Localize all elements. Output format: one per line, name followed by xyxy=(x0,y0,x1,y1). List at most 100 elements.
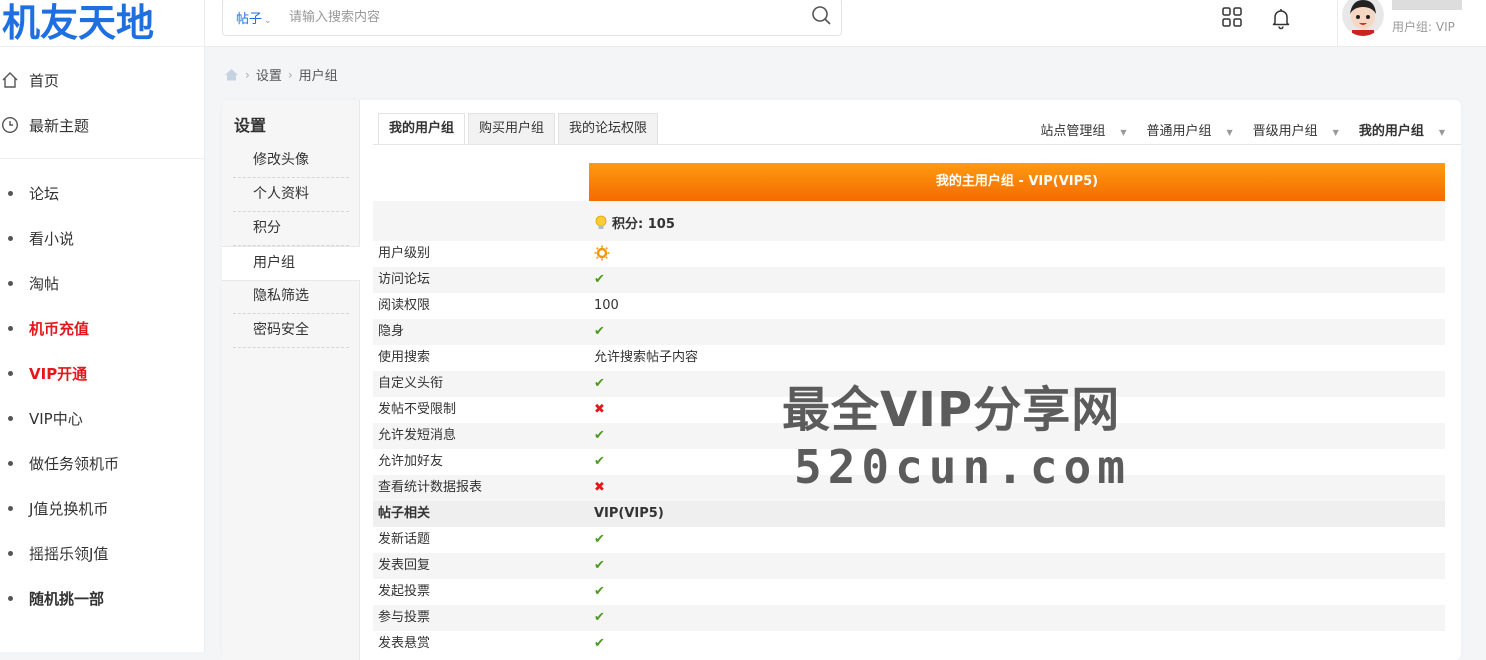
nav-home[interactable]: 首页 xyxy=(0,62,204,98)
sidebar-item[interactable]: VIP开通 xyxy=(0,358,204,388)
caret-down-icon: ▼ xyxy=(1226,128,1233,137)
search-scope-select[interactable]: 帖子 ⌄ xyxy=(236,8,272,27)
check-icon: ✔ xyxy=(594,272,605,287)
section-header-row: 帖子相关 VIP(VIP5) xyxy=(373,501,1445,527)
sidebar-item-label: 看小说 xyxy=(29,229,75,248)
user-menu[interactable]: 用户组: VIP xyxy=(1337,0,1486,46)
permission-label: 发表回复 xyxy=(378,558,431,573)
bullet-icon xyxy=(8,370,13,376)
permission-value: 100 xyxy=(594,298,619,313)
home-icon xyxy=(2,72,18,88)
permission-value: ✔ xyxy=(594,319,605,345)
sidebar-item[interactable]: 做任务领机币 xyxy=(0,448,204,478)
check-icon: ✔ xyxy=(594,454,605,469)
group-type-normal[interactable]: 普通用户组 ▼ xyxy=(1146,120,1232,139)
breadcrumb-user-group[interactable]: 用户组 xyxy=(299,65,338,84)
permission-value: ✔ xyxy=(594,449,605,475)
search-icon[interactable] xyxy=(809,3,835,29)
check-icon: ✔ xyxy=(594,428,605,443)
nav-latest[interactable]: 最新主题 xyxy=(0,107,204,143)
settings-card: 设置 修改头像 个人资料 积分 用户组 隐私筛选 密码安全 我的用户组 购买用户组 我的论… xyxy=(222,100,1461,660)
cross-icon: ✖ xyxy=(594,480,605,495)
permission-label: 用户级别 xyxy=(378,246,431,261)
sidebar-item-label: J值兑换机币 xyxy=(29,499,109,518)
permission-row: 发新话题 ✔ xyxy=(373,527,1445,553)
permission-label: 发起投票 xyxy=(378,584,431,599)
permission-label: 发表悬赏 xyxy=(378,636,431,651)
group-type-label: 普通用户组 xyxy=(1146,124,1212,139)
caret-down-icon: ▼ xyxy=(1438,128,1445,137)
tab-my-group[interactable]: 我的用户组 xyxy=(378,113,466,144)
check-icon: ✔ xyxy=(594,324,605,339)
divider xyxy=(0,158,204,159)
permission-row: 发起投票 ✔ xyxy=(373,579,1445,605)
search-box: 帖子 ⌄ xyxy=(222,0,842,36)
sidebar-item[interactable]: 机币充值 xyxy=(0,313,204,343)
permission-value: 允许搜索帖子内容 xyxy=(594,350,699,365)
breadcrumb-separator: › xyxy=(287,67,293,82)
divider xyxy=(0,46,204,47)
settings-menu-item[interactable]: 积分 xyxy=(233,212,349,246)
sidebar-item-label: 淘帖 xyxy=(29,274,60,293)
sidebar-item-label: 摇摇乐领J值 xyxy=(29,544,109,563)
apps-grid-icon[interactable] xyxy=(1221,6,1243,28)
check-icon: ✔ xyxy=(594,610,605,625)
settings-menu-item[interactable]: 个人资料 xyxy=(233,178,349,212)
sidebar-item-label: 论坛 xyxy=(29,184,60,203)
sidebar-item[interactable]: 摇摇乐领J值 xyxy=(0,538,204,568)
group-type-label: 晋级用户组 xyxy=(1252,124,1318,139)
sidebar-item[interactable]: 看小说 xyxy=(0,223,204,253)
bullet-icon xyxy=(8,235,13,241)
home-icon[interactable] xyxy=(224,68,239,81)
check-icon: ✔ xyxy=(594,636,605,651)
bullet-icon xyxy=(8,325,13,331)
tab-bar: 我的用户组 购买用户组 我的论坛权限 xyxy=(378,113,661,144)
bell-icon[interactable] xyxy=(1269,6,1293,30)
bullet-icon xyxy=(8,460,13,466)
permission-label: 发新话题 xyxy=(378,532,431,547)
bullet-icon xyxy=(8,280,13,286)
permission-label: 参与投票 xyxy=(378,610,431,625)
permission-row: 阅读权限 100 xyxy=(373,293,1445,319)
permission-label: 自定义头衔 xyxy=(378,376,444,391)
caret-down-icon: ▼ xyxy=(1120,128,1127,137)
group-type-mine[interactable]: 我的用户组 ▼ xyxy=(1359,120,1445,139)
group-type-label: 站点管理组 xyxy=(1040,124,1106,139)
sidebar-item[interactable]: J值兑换机币 xyxy=(0,493,204,523)
settings-menu-item[interactable]: 修改头像 xyxy=(233,144,349,178)
permission-value: ✔ xyxy=(594,527,605,553)
search-input[interactable] xyxy=(287,3,791,31)
sidebar-item-label: 做任务领机币 xyxy=(29,454,120,473)
permission-label: 允许加好友 xyxy=(378,454,444,469)
settings-menu-item[interactable]: 隐私筛选 xyxy=(233,280,349,314)
sidebar-item[interactable]: VIP中心 xyxy=(0,403,204,433)
permission-row: 隐身 ✔ xyxy=(373,319,1445,345)
avatar[interactable] xyxy=(1342,0,1384,36)
permission-value: VIP(VIP5) xyxy=(594,506,664,521)
sun-icon xyxy=(594,245,610,260)
permission-row: 发表悬赏 ✔ xyxy=(373,631,1445,657)
watermark-text: 最全VIP分享网 xyxy=(782,382,1121,438)
site-logo[interactable]: 机友天地 xyxy=(2,0,154,47)
sidebar-item[interactable]: 淘帖 xyxy=(0,268,204,298)
points-row: 积分: 105 xyxy=(373,201,1445,241)
watermark-domain: 520cun.com xyxy=(794,440,1131,494)
tab-forum-permissions[interactable]: 我的论坛权限 xyxy=(558,113,659,144)
sidebar-item-label: VIP开通 xyxy=(29,364,88,383)
bullet-icon xyxy=(8,505,13,511)
settings-menu-item[interactable]: 用户组 xyxy=(222,246,360,281)
permission-value: ✔ xyxy=(594,423,605,449)
sidebar-item-label: 机币充值 xyxy=(29,319,90,338)
sidebar-item[interactable]: 论坛 xyxy=(0,178,204,208)
sidebar-item[interactable]: 随机挑一部 xyxy=(0,583,204,613)
tab-buy-group[interactable]: 购买用户组 xyxy=(468,113,556,144)
sidebar-item-label: 随机挑一部 xyxy=(29,589,105,608)
points-value: 积分: 105 xyxy=(612,217,675,232)
caret-down-icon: ▼ xyxy=(1332,128,1339,137)
settings-title: 设置 xyxy=(234,116,267,135)
username-redacted xyxy=(1392,0,1462,10)
settings-menu-item[interactable]: 密码安全 xyxy=(233,314,349,348)
breadcrumb-settings[interactable]: 设置 xyxy=(256,65,282,84)
group-type-admin[interactable]: 站点管理组 ▼ xyxy=(1040,120,1126,139)
group-type-promotion[interactable]: 晋级用户组 ▼ xyxy=(1253,120,1339,139)
